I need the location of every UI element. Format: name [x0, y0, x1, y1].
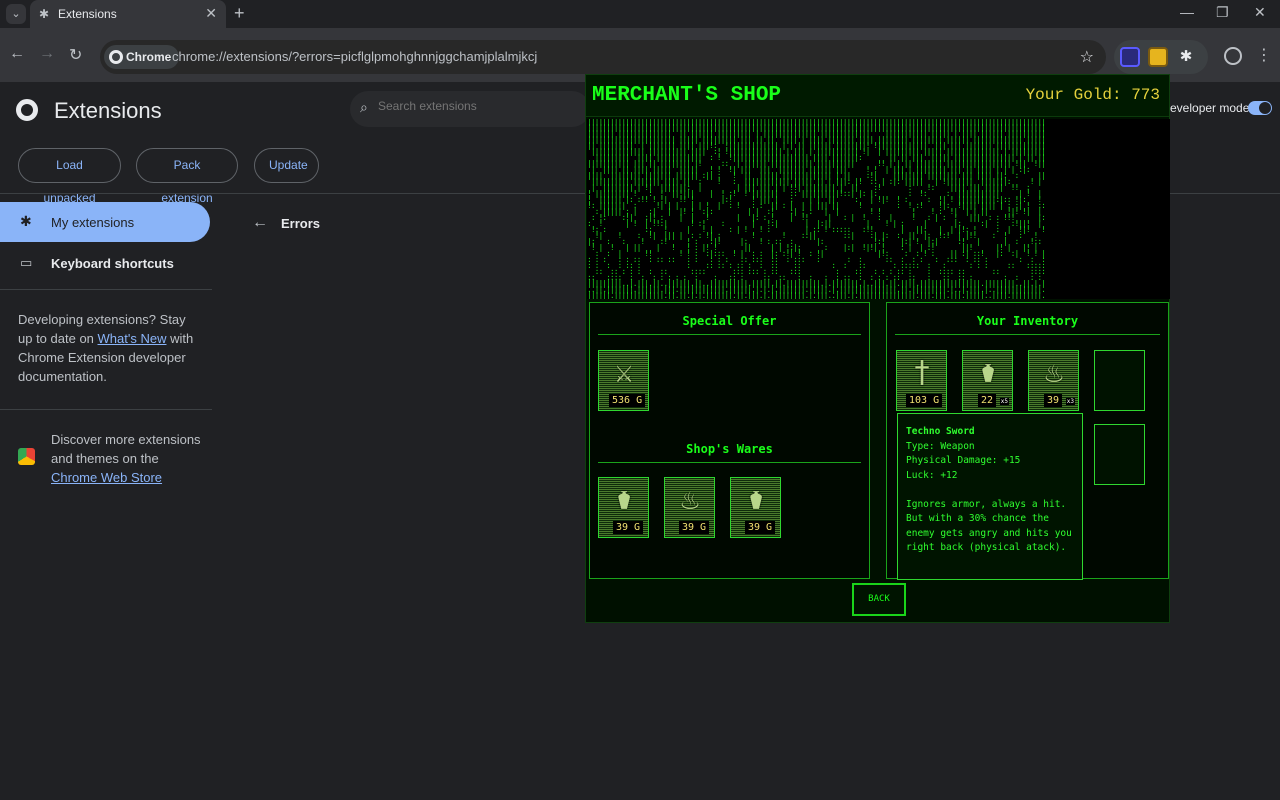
developer-mode-label: eveloper mode	[1170, 101, 1250, 115]
sidebar-item-keyboard-shortcuts[interactable]: ▭ Keyboard shortcuts	[0, 247, 210, 279]
gold-counter: Your Gold: 773	[1025, 86, 1160, 104]
extension-icon-2[interactable]	[1148, 47, 1168, 67]
web-store-text: Discover more extensions and themes on t…	[51, 430, 201, 487]
item-price: 536 G	[609, 394, 646, 407]
divider	[0, 409, 212, 410]
minimize-icon[interactable]: —	[1180, 4, 1194, 20]
ascii-art-text: ||||||||||||||||||||||||||||||||||||||||…	[587, 119, 1046, 299]
potion-icon: ⚱	[746, 482, 766, 517]
close-window-icon[interactable]: ✕	[1254, 4, 1266, 21]
tab-strip: ⌄ ✱ Extensions ✕ + — ❐ ✕	[0, 0, 1280, 28]
item-price: 39 G	[679, 521, 710, 534]
sidebar-item-label: My extensions	[51, 215, 135, 230]
tooltip-damage: Physical Damage: +15	[906, 455, 1021, 466]
web-store-icon	[18, 448, 35, 465]
divider	[0, 289, 212, 290]
new-tab-button[interactable]: +	[234, 3, 245, 24]
item-price: 22	[978, 394, 997, 407]
chrome-logo-icon	[16, 99, 38, 121]
search-icon: ⌕	[360, 99, 368, 115]
tooltip-description: Ignores armor, always a hit. But with a …	[906, 498, 1072, 554]
item-tooltip: Techno Sword Type: Weapon Physical Damag…	[897, 413, 1083, 580]
shop-title: MERCHANT'S SHOP	[592, 84, 782, 107]
errors-title: Errors	[281, 216, 321, 231]
puzzle-icon: ✱	[20, 213, 32, 229]
menu-kebab-icon[interactable]: ⋮	[1256, 45, 1272, 65]
extensions-puzzle-icon[interactable]: ✱	[1176, 47, 1196, 67]
tooltip-item-name: Techno Sword	[906, 426, 975, 437]
special-offer-title: Special Offer	[682, 314, 777, 328]
close-tab-icon[interactable]: ✕	[205, 5, 217, 22]
divider	[895, 334, 1160, 335]
sword-icon: †	[912, 355, 932, 390]
merchant-shop-popup: MERCHANT'S SHOP Your Gold: 773 |||||||||…	[585, 74, 1170, 623]
keyboard-icon: ▭	[20, 255, 33, 270]
search-input[interactable]	[378, 99, 578, 113]
shop-ware-item[interactable]: ⚱ 39 G	[598, 477, 649, 538]
potion-icon: ⚱	[978, 355, 998, 390]
inventory-item[interactable]: † 103 G	[896, 350, 947, 411]
shop-wares-title: Shop's Wares	[686, 442, 773, 456]
shop-panel: Special Offer ⚔ 536 G Shop's Wares ⚱ 39 …	[589, 302, 870, 579]
back-button[interactable]: BACK	[852, 583, 906, 616]
item-price: 39 G	[745, 521, 776, 534]
potion-icon: ⚱	[614, 482, 634, 517]
item-quantity: x3	[1065, 398, 1075, 405]
chip-label: Chrome	[126, 50, 172, 64]
special-offer-item[interactable]: ⚔ 536 G	[598, 350, 649, 411]
whats-new-link[interactable]: What's New	[98, 331, 167, 346]
back-arrow-icon[interactable]: ←	[9, 45, 25, 63]
chrome-chip[interactable]: Chrome	[104, 45, 180, 69]
tooltip-type: Type: Weapon	[906, 440, 975, 452]
inventory-empty-slot[interactable]	[1094, 350, 1145, 411]
sidebar-item-my-extensions[interactable]: ✱ My extensions	[0, 202, 210, 242]
reload-icon[interactable]: ↻	[69, 45, 82, 65]
store-text-before: Discover more extensions and themes on t…	[51, 432, 201, 466]
chrome-web-store-link[interactable]: Chrome Web Store	[51, 470, 162, 485]
fire-potion-icon: ♨	[1044, 355, 1064, 390]
inventory-item[interactable]: ♨ 39 x3	[1028, 350, 1079, 411]
tooltip-luck: Luck: +12	[906, 469, 958, 481]
extensions-area: ✱	[1114, 40, 1208, 74]
search-box[interactable]: ⌕	[350, 91, 590, 127]
item-price: 39	[1044, 394, 1063, 407]
item-price: 103 G	[906, 394, 943, 407]
chrome-logo-icon	[109, 50, 123, 64]
errors-back-arrow-icon[interactable]: ←	[252, 214, 268, 232]
puzzle-icon: ✱	[39, 7, 50, 21]
sidebar-item-label: Keyboard shortcuts	[51, 256, 174, 271]
extension-icon-1[interactable]	[1120, 47, 1140, 67]
developer-mode-toggle[interactable]	[1248, 101, 1272, 115]
tab-title: Extensions	[58, 7, 117, 21]
divider	[598, 462, 861, 463]
inventory-empty-slot[interactable]	[1094, 424, 1145, 485]
ascii-landscape-art: ||||||||||||||||||||||||||||||||||||||||…	[587, 119, 1170, 299]
profile-icon[interactable]	[1224, 47, 1242, 65]
shop-ware-item[interactable]: ⚱ 39 G	[730, 477, 781, 538]
tab-search-button[interactable]: ⌄	[6, 4, 26, 24]
shop-header: MERCHANT'S SHOP Your Gold: 773	[586, 75, 1169, 117]
load-unpacked-button[interactable]: Load unpacked	[18, 148, 121, 205]
item-price: 39 G	[613, 521, 644, 534]
inventory-title: Your Inventory	[976, 314, 1079, 328]
divider	[598, 334, 861, 335]
forward-arrow-icon[interactable]: →	[39, 45, 55, 63]
page-title: Extensions	[54, 98, 162, 123]
address-bar[interactable]: Chrome chrome://extensions/?errors=picfl…	[100, 40, 1106, 74]
tab-extensions[interactable]: ✱ Extensions ✕	[30, 0, 226, 28]
update-button[interactable]: Update	[254, 148, 319, 183]
url-text: chrome://extensions/?errors=picflglpmohg…	[172, 49, 538, 64]
developer-info-text: Developing extensions? Stay up to date o…	[18, 310, 198, 386]
item-quantity: x5	[999, 398, 1009, 405]
shop-ware-item[interactable]: ♨ 39 G	[664, 477, 715, 538]
bookmark-star-icon[interactable]: ☆	[1080, 47, 1094, 67]
inventory-item[interactable]: ⚱ 22 x5	[962, 350, 1013, 411]
pack-extension-button[interactable]: Pack extension	[136, 148, 238, 205]
sword-icon: ⚔	[614, 355, 634, 390]
fire-potion-icon: ♨	[680, 482, 700, 517]
restore-icon[interactable]: ❐	[1216, 4, 1229, 21]
